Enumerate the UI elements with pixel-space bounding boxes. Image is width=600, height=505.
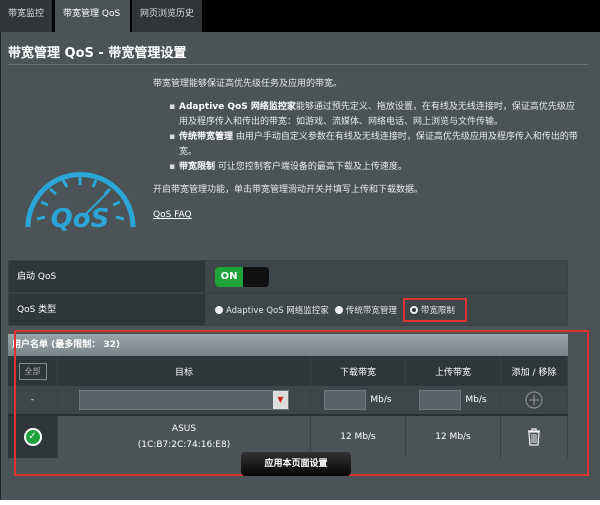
radio-label: Adaptive QoS 网络监控家 [226, 305, 329, 316]
toggle-on-label: ON [215, 266, 243, 287]
feature-title: 带宽限制 [179, 162, 216, 172]
qos-speedometer-logo: QoS [25, 172, 136, 232]
tab-bandwidth-monitor[interactable]: 带宽监控 [0, 0, 53, 32]
svg-text:QoS: QoS [51, 204, 110, 232]
divider [8, 64, 588, 65]
tab-web-history[interactable]: 网页浏览历史 [132, 0, 203, 32]
radio-bandwidth-limiter[interactable]: 带宽限制 [402, 297, 467, 322]
radio-traditional-qos[interactable]: 传统带宽管理 [334, 304, 397, 316]
feature-title: 传统带宽管理 [179, 132, 234, 142]
feature-limiter: 带宽限制 可让您控制客户端设备的最高下载及上传速度。 [169, 160, 583, 175]
qos-type-label: QoS 类型 [9, 294, 205, 325]
page-title: 带宽管理 QoS - 带宽管理设置 [8, 46, 187, 61]
qos-settings: 启动 QoS ON QoS 类型 Adaptive QoS 网络监控家 传统带宽… [8, 260, 568, 326]
apply-button[interactable]: 应用本页面设置 [241, 452, 351, 476]
feature-title: Adaptive QoS 网络监控家 [179, 102, 296, 112]
feature-text: 可让您控制客户端设备的最高下载及上传速度。 [215, 162, 407, 172]
tab-qos[interactable]: 带宽管理 QoS [55, 0, 130, 32]
feature-text: 由用户手动自定义参数在有线及无线连接时，保证高优先级应用及程序传入和传出的带宽。 [179, 132, 578, 157]
enable-qos-row: 启动 QoS ON [8, 260, 568, 293]
instruction-text: 开启带宽管理功能，单击带宽管理滑动开关并填写上传和下载数据。 [153, 185, 424, 195]
radio-label: 传统带宽管理 [345, 305, 397, 316]
qos-type-row: QoS 类型 Adaptive QoS 网络监控家 传统带宽管理 带宽限制 [8, 293, 568, 326]
radio-dot [409, 305, 418, 314]
radio-label: 带宽限制 [420, 305, 455, 316]
feature-list: Adaptive QoS 网络监控家能够通过预先定义、拖放设置，在有线及无线连接… [169, 100, 583, 175]
enable-qos-label: 启动 QoS [9, 261, 205, 292]
top-nav: 带宽监控 带宽管理 QoS 网页浏览历史 [0, 0, 600, 32]
feature-adaptive: Adaptive QoS 网络监控家能够通过预先定义、拖放设置，在有线及无线连接… [169, 100, 583, 130]
radio-adaptive-qos[interactable]: Adaptive QoS 网络监控家 [215, 304, 329, 316]
qos-toggle[interactable]: ON [215, 266, 269, 287]
feature-traditional: 传统带宽管理 由用户手动自定义参数在有线及无线连接时，保证高优先级应用及程序传入… [169, 130, 583, 160]
intro-text: 带宽管理能够保证高优先级任务及应用的带宽。 [153, 79, 343, 89]
radio-dot [215, 305, 223, 314]
qos-faq-link[interactable]: QoS FAQ [153, 208, 192, 223]
description: 带宽管理能够保证高优先级任务及应用的带宽。 Adaptive QoS 网络监控家… [153, 77, 583, 223]
radio-dot [334, 305, 343, 314]
